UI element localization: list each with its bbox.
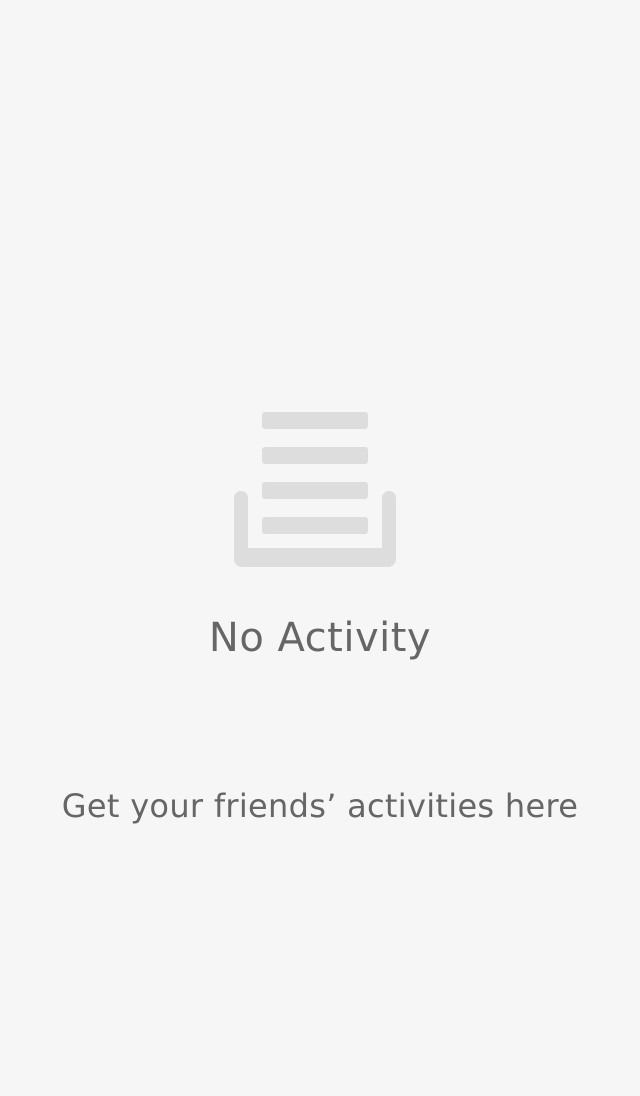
empty-state: No Activity Get your friends’ activities… (0, 0, 640, 1096)
activity-tray-icon (234, 412, 396, 567)
empty-state-title: No Activity (208, 615, 432, 661)
empty-state-subtitle: Get your friends’ activities here (61, 787, 579, 825)
